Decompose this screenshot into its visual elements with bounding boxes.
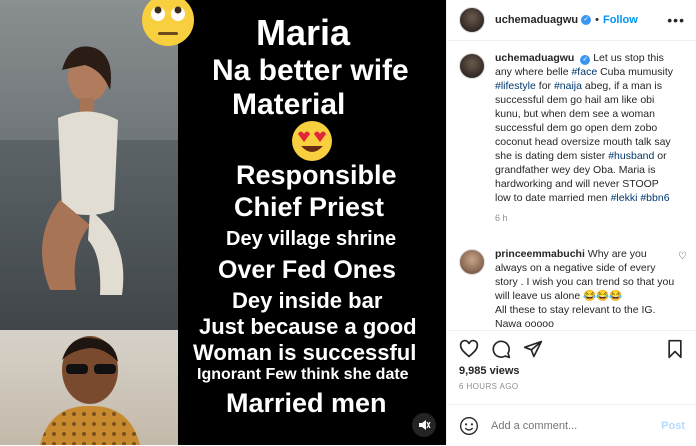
hashtag-link[interactable]: #lifestyle — [495, 80, 536, 92]
post-button[interactable]: Post — [661, 420, 685, 432]
speaker-muted-icon[interactable] — [412, 413, 436, 437]
comment-like-icon[interactable]: ♡ — [678, 251, 687, 262]
caption-line-12: Married men — [226, 388, 387, 418]
verified-badge-icon: ✓ — [581, 15, 592, 25]
post-age[interactable]: 6 HOURS AGO — [447, 379, 696, 394]
rolling-eyes-emoji — [142, 0, 194, 46]
view-count[interactable]: 9,985 views — [447, 363, 696, 379]
comment-input[interactable] — [489, 418, 662, 433]
verified-badge-icon: ✓ — [580, 55, 591, 65]
emoji-picker-icon[interactable] — [459, 416, 479, 436]
caption-text: Let us stop this any where belle #face C… — [495, 52, 673, 204]
man-photo — [0, 330, 178, 445]
share-icon[interactable] — [523, 339, 543, 359]
caption-line-5: Chief Priest — [234, 192, 385, 222]
separator-dot: • — [595, 14, 599, 26]
post-header: uchemaduagwu ✓ • Follow ••• — [447, 0, 696, 41]
heart-eyes-emoji — [292, 121, 332, 161]
post-caption: uchemaduagwu ✓ Let us stop this any wher… — [447, 41, 696, 225]
post-media[interactable]: Maria Na better wife Material Responsibl… — [0, 0, 446, 445]
caption-username[interactable]: uchemaduagwu — [495, 52, 574, 64]
caption-line-7: Over Fed Ones — [218, 256, 396, 284]
follow-button[interactable]: Follow — [603, 14, 638, 26]
add-comment-bar: Post — [447, 404, 696, 446]
more-options-icon[interactable]: ••• — [667, 12, 685, 28]
comment-username[interactable]: princeemmabuchi — [495, 248, 585, 260]
hashtag-link[interactable]: #husband — [608, 150, 654, 162]
caption-text-segment: for — [535, 80, 554, 92]
heart-icon[interactable] — [459, 339, 479, 359]
caption-line-4: Responsible — [236, 160, 397, 190]
caption-line-10: Woman is successful — [193, 340, 417, 365]
avatar[interactable] — [459, 7, 485, 33]
hashtag-link[interactable]: #bbn6 — [640, 192, 669, 204]
comment-icon[interactable] — [491, 339, 511, 359]
caption-line-9: Just because a good — [199, 314, 417, 339]
caption-line-2: Na better wife — [212, 54, 409, 87]
caption-line-8: Dey inside bar — [232, 288, 383, 313]
caption-line-6: Dey village shrine — [226, 228, 397, 250]
post-sidebar: uchemaduagwu ✓ • Follow ••• uchemaduagwu… — [446, 0, 696, 445]
avatar[interactable] — [459, 53, 485, 79]
avatar[interactable] — [459, 249, 485, 275]
woman-photo — [0, 0, 178, 330]
actions-bar: 9,985 views 6 HOURS AGO — [447, 330, 696, 394]
caption-line-11: Ignorant Few think she date — [197, 366, 409, 383]
hashtag-link[interactable]: #lekki — [611, 192, 638, 204]
hashtag-link[interactable]: #naija — [554, 80, 582, 92]
header-username[interactable]: uchemaduagwu — [495, 14, 578, 26]
comment-text-2: All these to stay relevant to the IG. Na… — [495, 304, 656, 330]
comments-list[interactable]: uchemaduagwu ✓ Let us stop this any wher… — [447, 41, 696, 330]
caption-time: 6 h — [495, 213, 508, 223]
caption-text-segment: Cuba mumusity — [597, 66, 674, 78]
bookmark-icon[interactable] — [665, 339, 685, 359]
hashtag-link[interactable]: #face — [571, 66, 597, 78]
comment-item: princeemmabuchi Why are you always on a … — [447, 225, 696, 330]
caption-line-1: Maria — [256, 12, 351, 53]
caption-line-3: Material — [232, 88, 346, 121]
